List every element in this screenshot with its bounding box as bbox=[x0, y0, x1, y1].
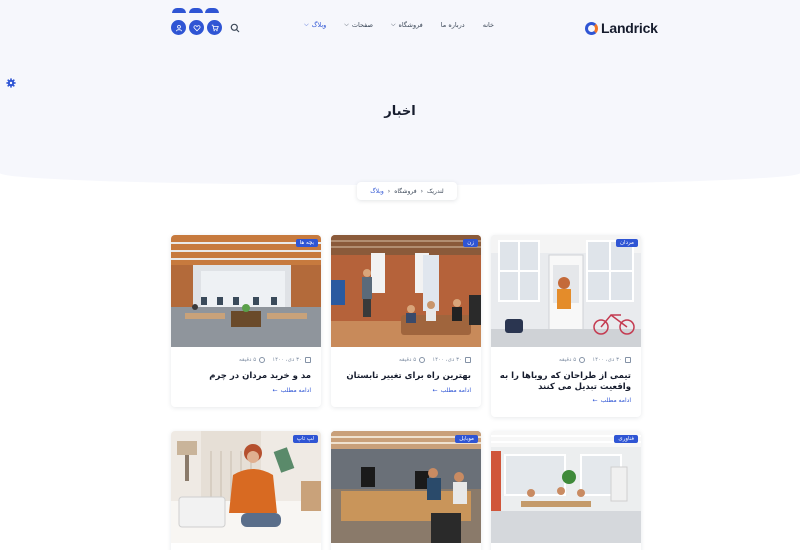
post-image[interactable]: فناوری bbox=[491, 431, 641, 543]
partial-icon-button[interactable] bbox=[189, 8, 203, 13]
post-meta: ۳۰ دی، ۱۴۰۰ ۵ دقیقه bbox=[399, 357, 471, 363]
category-tag[interactable]: مردان bbox=[616, 239, 638, 247]
logo-icon bbox=[585, 21, 598, 35]
chevron-down-icon: ⌵ bbox=[304, 21, 309, 28]
nav-item-shop[interactable]: فروشگاه ⌵ bbox=[391, 21, 423, 29]
calendar-icon bbox=[465, 357, 471, 363]
post-date: ۳۰ دی، ۱۴۰۰ bbox=[272, 357, 302, 363]
arrow-left-icon: ← bbox=[592, 397, 598, 404]
chevron-left-icon: ‹ bbox=[387, 187, 391, 195]
category-tag[interactable]: موبایل bbox=[455, 435, 478, 443]
navbar: Landrick خانه درباره ما فروشگاه ⌵ صفحات ⌵ … bbox=[0, 0, 800, 56]
main-menu: خانه درباره ما فروشگاه ⌵ صفحات ⌵ وبلاگ ⌵ bbox=[304, 21, 494, 29]
clock-icon bbox=[579, 357, 586, 363]
post-read-time: ۵ دقیقه bbox=[239, 357, 257, 363]
page-title: اخبار bbox=[384, 104, 416, 119]
read-more-label: ادامه مطلب bbox=[280, 387, 311, 394]
calendar-icon bbox=[305, 357, 311, 363]
clock-icon bbox=[259, 357, 266, 363]
nav-label: درباره ما bbox=[440, 21, 465, 29]
post-title[interactable]: تیمی از طراحان که رویاها را به واقعیت تب… bbox=[499, 371, 631, 393]
read-more-link[interactable]: ادامه مطلب ← bbox=[433, 387, 471, 394]
breadcrumb-item[interactable]: لندریک bbox=[427, 188, 444, 195]
blog-card[interactable]: لپ تاپ bbox=[171, 431, 321, 550]
post-meta: ۳۰ دی، ۱۴۰۰ ۵ دقیقه bbox=[239, 357, 311, 363]
blog-card[interactable]: موبایل bbox=[331, 431, 481, 550]
blog-card[interactable]: فناوری bbox=[491, 431, 641, 550]
category-tag[interactable]: بچه ها bbox=[295, 239, 318, 247]
clock-icon bbox=[419, 357, 426, 363]
nav-item-about[interactable]: درباره ما bbox=[441, 21, 465, 29]
post-image[interactable]: مردان bbox=[491, 235, 641, 347]
chevron-down-icon: ⌵ bbox=[344, 21, 349, 28]
nav-item-pages[interactable]: صفحات ⌵ bbox=[344, 21, 373, 29]
blog-card[interactable]: مردان ۳۰ دی، ۱۴۰۰ ۵ دقیقه تیمی از طراحان… bbox=[491, 235, 641, 417]
read-more-label: ادامه مطلب bbox=[600, 397, 631, 404]
wishlist-button[interactable] bbox=[189, 20, 204, 35]
breadcrumb-current: وبلاگ bbox=[370, 187, 384, 195]
calendar-icon bbox=[625, 357, 631, 363]
chevron-down-icon: ⌵ bbox=[390, 21, 396, 28]
partial-icon-button[interactable] bbox=[205, 8, 219, 13]
account-button[interactable] bbox=[171, 20, 186, 35]
post-date: ۳۰ دی، ۱۴۰۰ bbox=[432, 357, 462, 363]
heart-icon bbox=[193, 24, 200, 31]
breadcrumb: لندریک ‹ فروشگاه ‹ وبلاگ bbox=[357, 182, 457, 200]
post-date: ۳۰ دی، ۱۴۰۰ bbox=[592, 357, 622, 363]
post-read-time: ۵ دقیقه bbox=[399, 357, 417, 363]
nav-label: فروشگاه bbox=[398, 21, 423, 29]
blog-card[interactable]: بچه ها ۳۰ دی، ۱۴۰۰ ۵ دقیقه مد و خرید مرد… bbox=[171, 235, 321, 407]
partial-icon-button[interactable] bbox=[172, 8, 186, 13]
category-tag[interactable]: لپ تاپ bbox=[292, 435, 318, 443]
nav-actions bbox=[171, 20, 240, 35]
chevron-left-icon: ‹ bbox=[420, 187, 423, 195]
post-image[interactable]: موبایل bbox=[331, 431, 481, 543]
post-title[interactable]: مد و خرید مردان در چرم bbox=[179, 371, 311, 382]
read-more-link[interactable]: ادامه مطلب ← bbox=[273, 387, 311, 394]
post-image[interactable]: زن bbox=[331, 235, 481, 347]
arrow-left-icon: ← bbox=[432, 387, 438, 394]
post-meta: ۳۰ دی، ۱۴۰۰ ۵ دقیقه bbox=[559, 357, 631, 363]
nav-item-blog[interactable]: وبلاگ ⌵ bbox=[304, 21, 326, 29]
breadcrumb-item[interactable]: فروشگاه bbox=[394, 188, 416, 195]
search-icon[interactable] bbox=[230, 23, 240, 33]
nav-label: وبلاگ bbox=[311, 21, 327, 29]
post-image[interactable]: لپ تاپ bbox=[171, 431, 321, 543]
nav-label: صفحات bbox=[351, 21, 373, 29]
brand-name: Landrick bbox=[601, 20, 658, 36]
post-title[interactable]: بهترین راه برای تغییر تابستان bbox=[339, 371, 471, 382]
post-image[interactable]: بچه ها bbox=[171, 235, 321, 347]
post-read-time: ۵ دقیقه bbox=[559, 357, 577, 363]
user-icon bbox=[175, 24, 182, 31]
cart-button[interactable] bbox=[207, 20, 222, 35]
blog-card[interactable]: زن ۳۰ دی، ۱۴۰۰ ۵ دقیقه بهترین راه برای ت… bbox=[331, 235, 481, 407]
category-tag[interactable]: زن bbox=[463, 239, 478, 247]
settings-gear-icon[interactable] bbox=[6, 78, 16, 88]
read-more-label: ادامه مطلب bbox=[440, 387, 471, 394]
nav-item-home[interactable]: خانه bbox=[483, 21, 494, 29]
read-more-link[interactable]: ادامه مطلب ← bbox=[593, 397, 631, 404]
arrow-left-icon: ← bbox=[272, 387, 278, 394]
nav-label: خانه bbox=[482, 21, 494, 29]
cart-icon bbox=[211, 24, 219, 31]
category-tag[interactable]: فناوری bbox=[614, 435, 638, 443]
brand-logo[interactable]: Landrick bbox=[585, 19, 658, 37]
